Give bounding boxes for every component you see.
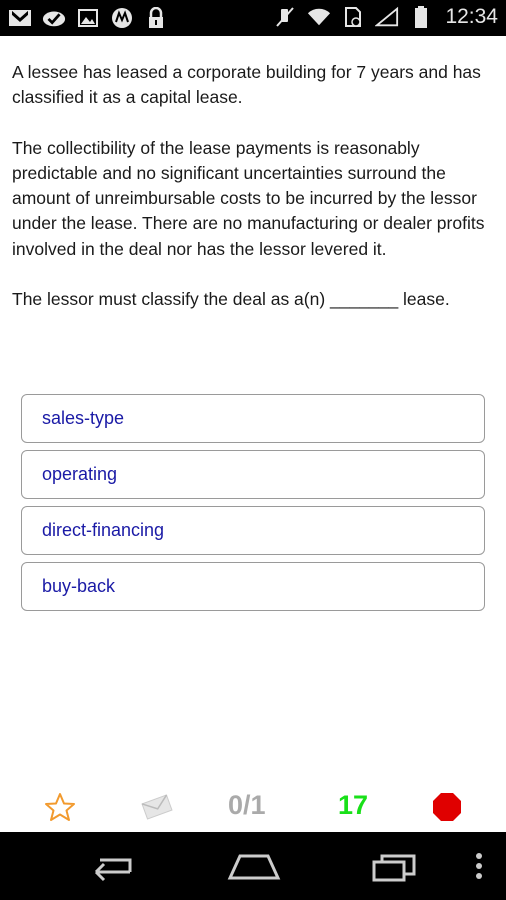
notification-icons bbox=[8, 6, 168, 30]
progress-counter: 0/1 bbox=[228, 790, 266, 820]
answer-option-direct-financing[interactable]: direct-financing bbox=[21, 506, 485, 555]
sim-icon bbox=[341, 5, 365, 29]
question-text: A lessee has leased a corporate building… bbox=[12, 60, 496, 337]
system-icons: 12:34 bbox=[273, 5, 498, 29]
answer-option-sales-type[interactable]: sales-type bbox=[21, 394, 485, 443]
question-paragraph: The collectibility of the lease payments… bbox=[12, 137, 485, 259]
quiz-toolbar: 0/1 17 bbox=[0, 780, 506, 832]
question-paragraph: A lessee has leased a corporate building… bbox=[12, 62, 481, 108]
recent-apps-icon[interactable] bbox=[370, 850, 420, 887]
back-icon[interactable] bbox=[86, 850, 136, 887]
answer-option-buy-back[interactable]: buy-back bbox=[21, 562, 485, 611]
answer-list: sales-type operating direct-financing bu… bbox=[21, 394, 485, 618]
envelope-icon[interactable] bbox=[140, 793, 174, 826]
home-icon[interactable] bbox=[226, 850, 282, 887]
motorola-icon bbox=[110, 6, 134, 30]
star-icon[interactable] bbox=[44, 792, 76, 827]
clock: 12:34 bbox=[445, 5, 498, 28]
signal-icon bbox=[375, 5, 399, 29]
navigation-bar bbox=[0, 832, 506, 900]
overflow-menu-icon[interactable] bbox=[472, 850, 486, 887]
answer-option-operating[interactable]: operating bbox=[21, 450, 485, 499]
question-count: 17 bbox=[338, 790, 369, 820]
stop-icon[interactable] bbox=[432, 792, 462, 827]
status-bar: 12:34 bbox=[0, 0, 506, 36]
check-cloud-icon bbox=[42, 6, 66, 30]
lock-icon bbox=[144, 6, 168, 30]
wifi-icon bbox=[307, 5, 331, 29]
battery-icon bbox=[409, 5, 433, 29]
mute-icon bbox=[273, 5, 297, 29]
image-icon bbox=[76, 6, 100, 30]
gmail-icon bbox=[8, 6, 32, 30]
question-prompt: The lessor must classify the deal as a(n… bbox=[12, 289, 450, 310]
